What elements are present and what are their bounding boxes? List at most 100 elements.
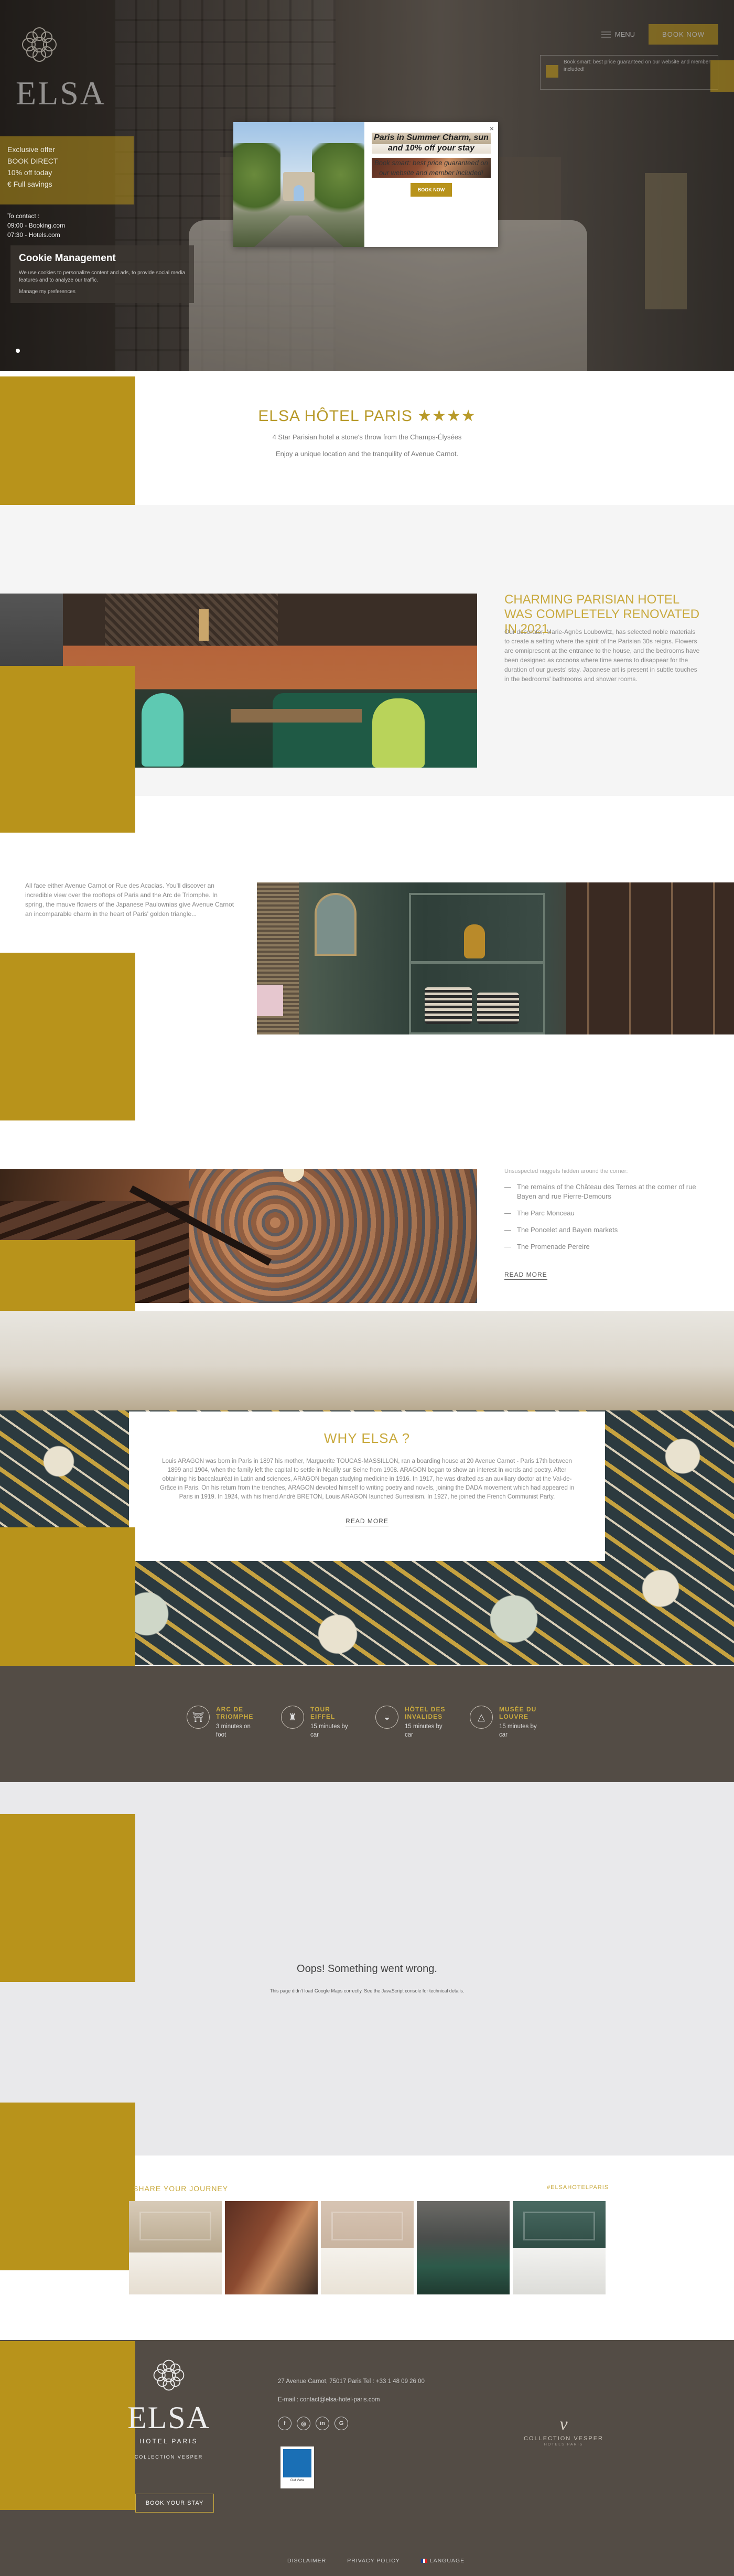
photo-wallpaper-pattern [189,1169,477,1303]
distance-label: HÔTEL DES INVALIDES [405,1706,446,1720]
distance-value: 15 minutes by car [310,1723,348,1738]
footer-bottom-links: DISCLAIMER PRIVACY POLICY LANGUAGE [287,2558,465,2564]
promo-notification[interactable]: Book smart: best price guaranteed on our… [540,55,718,90]
privacy-policy-link[interactable]: PRIVACY POLICY [347,2558,400,2564]
booking-side-panel[interactable]: Exclusive offer BOOK DIRECT 10% off toda… [0,136,134,204]
map-error-subtitle: This page didn't load Google Maps correc… [269,1988,465,1993]
distance-label: MUSÉE DU LOUVRE [499,1706,537,1720]
distance-label: TOUR EIFFEL [310,1706,336,1720]
hero-logo[interactable]: ELSA [16,21,131,113]
cookie-banner: Cookie Management We use cookies to pers… [10,245,194,303]
instagram-thumbnail[interactable] [225,2201,318,2294]
photo-basket [425,987,472,1024]
facebook-icon[interactable]: f [278,2417,292,2430]
decor-ochre-block [0,666,135,833]
decor-ochre-block [0,2103,135,2270]
intro-title-text: ELSA HÔTEL PARIS [258,407,413,425]
photo-vase [464,924,485,958]
slider-dot[interactable] [16,349,20,353]
intro-line-2: Enjoy a unique location and the tranquil… [275,450,459,458]
logo-flower-icon [22,27,57,62]
instagram-thumbnail[interactable] [513,2201,606,2294]
side-promo-tab[interactable] [710,60,734,92]
cookie-title: Cookie Management [19,253,116,264]
nearby-list: The remains of the Château des Ternes at… [504,1182,704,1259]
photo-room-shelf [257,882,734,1034]
section2-body: All face either Avenue Carnot or Rue des… [25,882,234,918]
thumb-frame [523,2212,595,2240]
language-selector[interactable]: LANGUAGE [420,2558,465,2564]
contact-box: To contact : 09:00 - Booking.com 07:30 -… [0,207,134,244]
google-icon[interactable]: G [334,2417,348,2430]
popup-book-button[interactable]: BOOK NOW [410,183,452,197]
book-now-button[interactable]: BOOK NOW [649,24,718,45]
photo-wallpaper [105,594,278,646]
popup-image-champs-elysees [233,122,364,247]
vesper-name: COLLECTION VESPER [524,2435,603,2442]
star-rating-icon: ★★★★ [417,407,476,425]
list-item: The remains of the Château des Ternes at… [504,1182,704,1201]
distance-item-arc: ⛩ ARC DE TRIOMPHE 3 minutes on foot [187,1706,258,1739]
photo-basket [477,993,519,1024]
photo-shelf-board [409,961,545,964]
language-label: LANGUAGE [429,2558,465,2564]
list-item: The Poncelet and Bayen markets [504,1225,704,1235]
flag-icon [420,2559,427,2563]
linkedin-icon[interactable]: in [316,2417,329,2430]
distance-value: 15 minutes by car [499,1723,537,1738]
decor-ochre-block [0,2341,135,2510]
logo-flower-icon [153,2359,185,2391]
footer-logo-text: ELSA [127,2400,210,2435]
instagram-thumbnail[interactable] [417,2201,510,2294]
section3-read-more-link[interactable]: READ MORE [504,1271,547,1280]
close-icon[interactable]: × [490,124,494,133]
footer-email-link[interactable]: E-mail : contact@elsa-hotel-paris.com [278,2397,380,2403]
popup-body: Book smart: best price guaranteed on our… [372,158,491,178]
journey-hashtag-link[interactable]: #ELSAHOTELPARIS [547,2184,609,2191]
contact-line[interactable]: 07:30 - Hotels.com [7,230,126,240]
footer-logo-subtitle: HOTEL PARIS [139,2438,198,2445]
instagram-icon[interactable]: ◎ [297,2417,310,2430]
distance-item-eiffel: ♜ TOUR EIFFEL 15 minutes by car [281,1706,352,1739]
disclaimer-link[interactable]: DISCLAIMER [287,2558,326,2564]
instagram-thumbnail[interactable] [129,2201,222,2294]
instagram-thumbnail[interactable] [321,2201,414,2294]
vesper-signature-icon: ν [559,2415,568,2434]
clef-verte-badge[interactable]: Clef Verte [280,2446,314,2488]
hero-logo-text: ELSA [16,74,106,112]
side-panel-line: Exclusive offer [7,145,55,154]
thumb-frame [331,2212,403,2240]
top-navigation: MENU BOOK NOW [601,24,718,45]
clef-verte-logo-icon [283,2449,311,2477]
badge-label: Clef Verte [290,2479,305,2482]
side-panel-line: € Full savings [7,180,52,188]
section1-body: Our decorator, Marie-Agnès Loubowitz, ha… [504,628,700,683]
contact-line[interactable]: 09:00 - Booking.com [7,221,126,230]
popup-text-area: × Paris in Summer Charm, sun and 10% off… [364,122,498,247]
arch-icon: ⛩ [187,1706,210,1729]
popup-arc-de-triomphe [283,172,315,201]
menu-label: MENU [614,30,635,38]
journey-title: SHARE YOUR JOURNEY [133,2184,229,2193]
pyramid-icon: △ [470,1706,493,1729]
cookie-manage-link[interactable]: Manage my preferences [19,288,186,296]
photo-table [231,709,362,723]
popup-trees-left [233,143,280,222]
collection-vesper-logo[interactable]: ν COLLECTION VESPER HOTELS PARIS [516,2415,611,2446]
intro-title: ELSA HÔTEL PARIS ★★★★ [0,407,734,425]
promo-note-text: Book smart: best price guaranteed on our… [564,59,710,72]
intro-line-1: 4 Star Parisian hotel a stone's throw fr… [272,433,462,441]
why-elsa-body: Louis ARAGON was born in Paris in 1897 h… [159,1458,575,1500]
why-elsa-card: WHY ELSA ? Louis ARAGON was born in Pari… [129,1411,605,1561]
book-your-stay-button[interactable]: BOOK YOUR STAY [135,2494,214,2513]
decor-ochre-block [0,1814,135,1982]
footer-collection-label: COLLECTION VESPER [134,2454,203,2460]
menu-button[interactable]: MENU [601,30,635,38]
footer-logo[interactable]: ELSA HOTEL PARIS COLLECTION VESPER [122,2354,216,2460]
distance-value: 3 minutes on foot [216,1723,251,1738]
popup-trees-right [312,143,364,222]
map-error-title: Oops! Something went wrong. [297,1963,437,1975]
why-read-more-link[interactable]: READ MORE [346,1517,388,1526]
photo-teal-chair [142,693,183,767]
popup-title: Paris in Summer Charm, sun and 10% off y… [372,133,491,154]
